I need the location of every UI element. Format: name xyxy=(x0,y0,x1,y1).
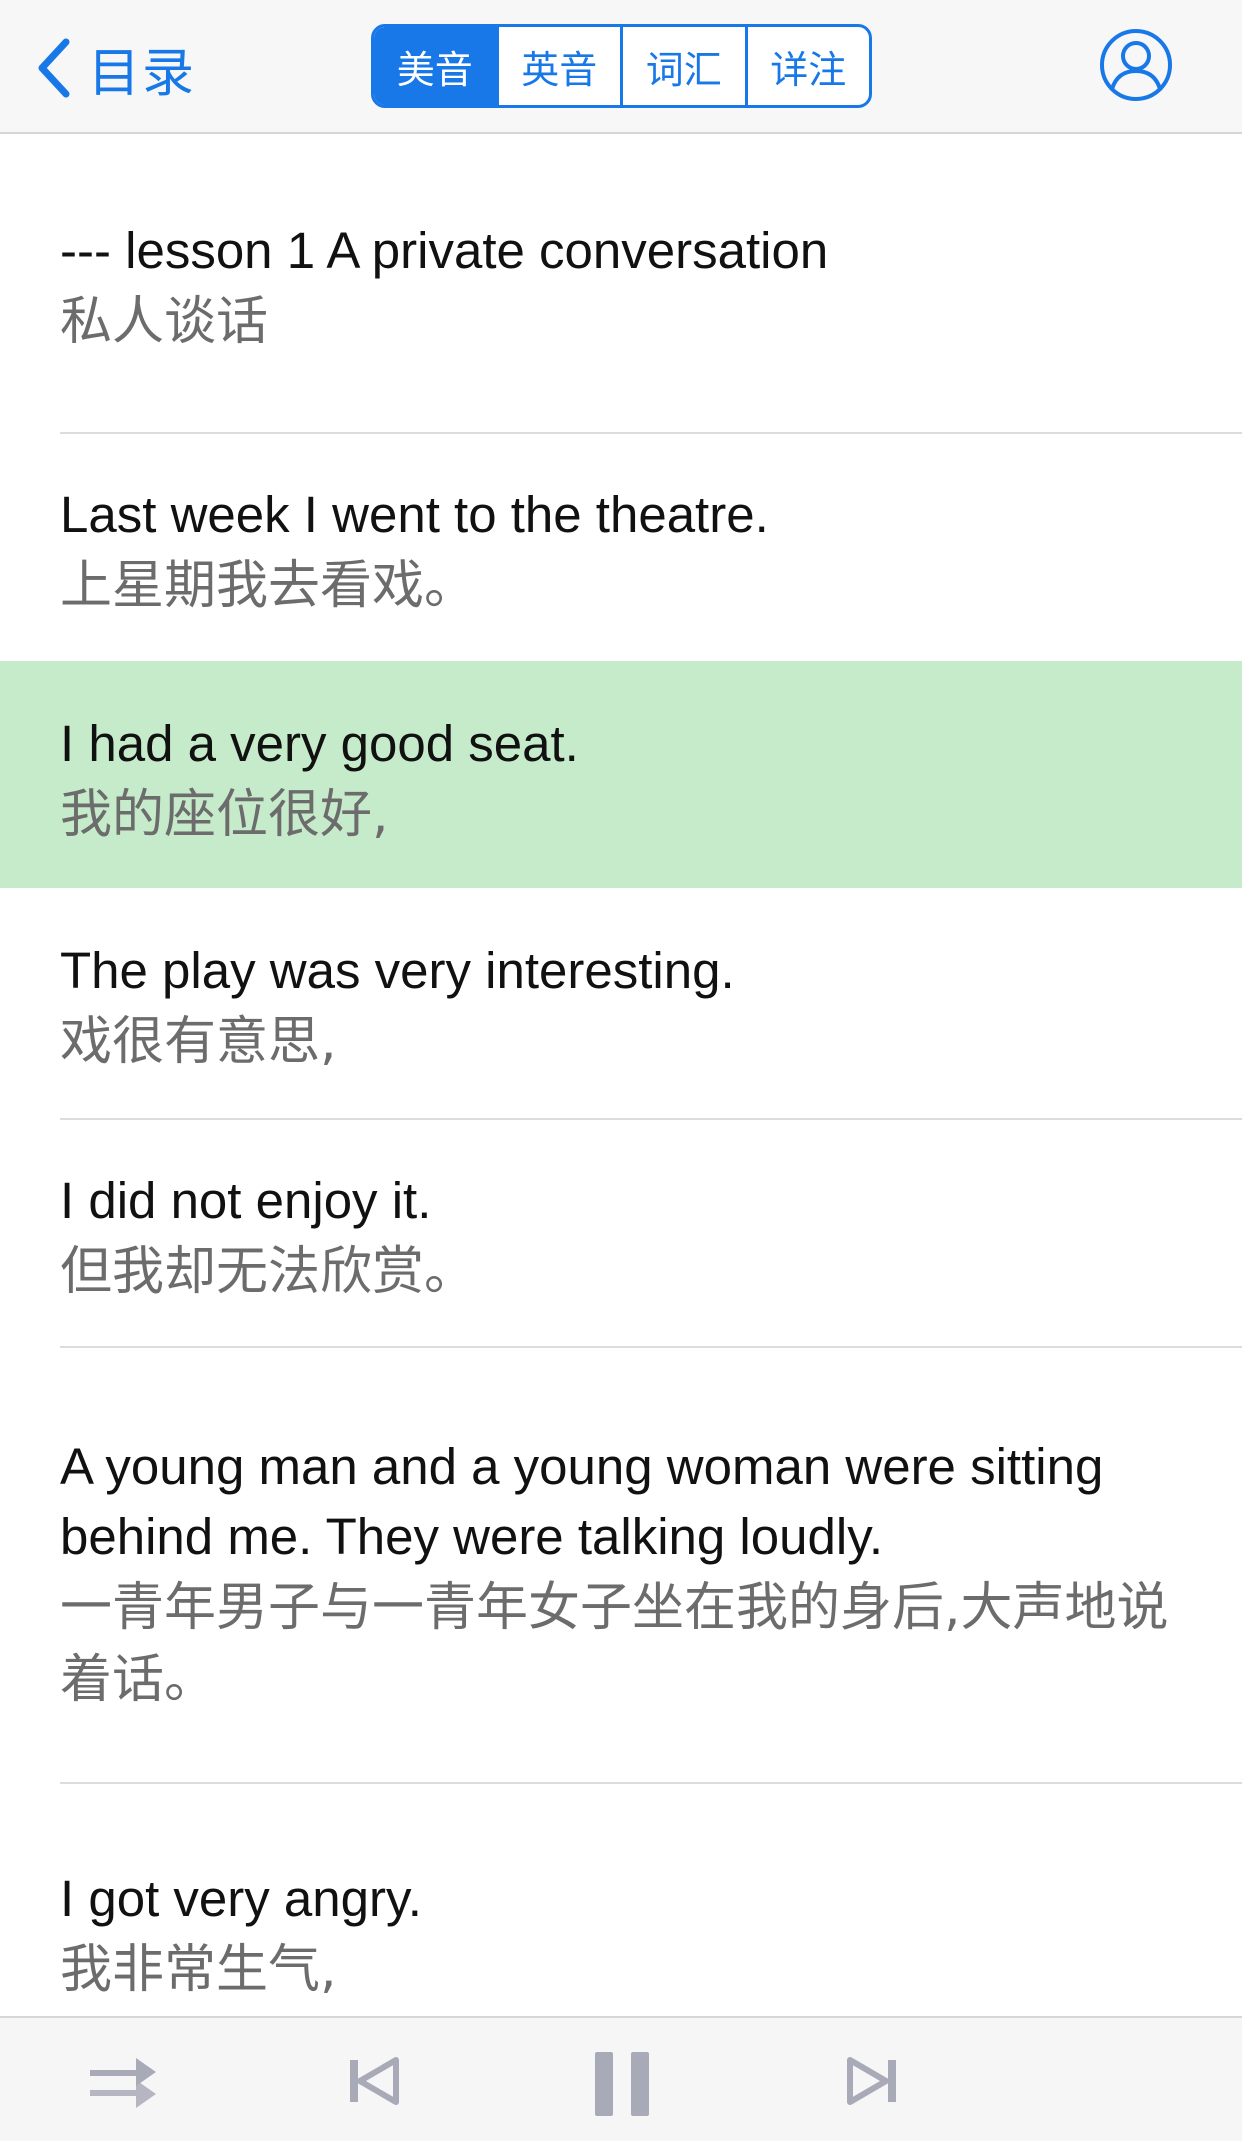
sentence-row[interactable]: I got very angry. 我非常生气, xyxy=(0,1784,1242,2016)
pause-button[interactable] xyxy=(592,2050,652,2118)
sentence-english: --- lesson 1 A private conversation xyxy=(60,222,829,279)
next-button[interactable] xyxy=(846,2054,900,2108)
sentence-english: The play was very interesting. xyxy=(60,942,735,999)
tab-american-pronunciation[interactable]: 美音 xyxy=(374,27,499,105)
sentence-english: A young man and a young woman were sitti… xyxy=(60,1438,1104,1565)
profile-button[interactable] xyxy=(1098,27,1174,103)
next-track-icon xyxy=(847,2057,896,2105)
sentence-english: I got very angry. xyxy=(60,1870,422,1927)
back-button-label: 目录 xyxy=(88,43,197,104)
pause-icon xyxy=(595,2052,649,2116)
repeat-mode-icon xyxy=(90,2058,156,2108)
tab-british-pronunciation[interactable]: 英音 xyxy=(499,27,623,105)
repeat-mode-button[interactable] xyxy=(86,2052,160,2112)
sentence-row-current[interactable]: I had a very good seat. 我的座位很好, xyxy=(0,661,1242,888)
sentence-row[interactable]: Last week I went to the theatre. 上星期我去看戏… xyxy=(0,434,1242,659)
sentence-row[interactable]: The play was very interesting. 戏很有意思, xyxy=(0,888,1242,1118)
previous-button[interactable] xyxy=(346,2054,400,2108)
sentence-chinese: 但我却无法欣赏。 xyxy=(60,1242,477,1302)
navigation-bar: 目录 美音 英音 词汇 详注 xyxy=(0,0,1242,134)
audio-mode-segmented-control: 美音 英音 词汇 详注 xyxy=(371,24,872,108)
sentence-english: I did not enjoy it. xyxy=(60,1172,432,1229)
tab-notes[interactable]: 详注 xyxy=(748,27,870,105)
player-toolbar xyxy=(0,2016,1242,2141)
sentence-chinese: 我的座位很好, xyxy=(60,785,389,845)
sentence-row[interactable]: A young man and a young woman were sitti… xyxy=(0,1348,1242,1782)
sentence-chinese: 上星期我去看戏。 xyxy=(60,556,477,616)
sentence-chinese: 一青年男子与一青年女子坐在我的身后,大声地说着话。 xyxy=(60,1578,1169,1710)
sentence-chinese: 我非常生气, xyxy=(60,1940,337,2000)
chevron-left-icon xyxy=(38,38,70,98)
sentence-english: I had a very good seat. xyxy=(60,715,579,772)
sentence-row[interactable]: --- lesson 1 A private conversation 私人谈话 xyxy=(0,136,1242,432)
previous-track-icon xyxy=(350,2057,399,2105)
sentence-english: Last week I went to the theatre. xyxy=(60,486,769,543)
tab-vocabulary[interactable]: 词汇 xyxy=(623,27,748,105)
sentence-chinese: 戏很有意思, xyxy=(60,1012,337,1072)
sentence-row[interactable]: I did not enjoy it. 但我却无法欣赏。 xyxy=(0,1120,1242,1346)
sentence-chinese: 私人谈话 xyxy=(60,292,269,352)
back-button[interactable]: 目录 xyxy=(34,30,196,106)
user-icon xyxy=(1100,29,1172,101)
